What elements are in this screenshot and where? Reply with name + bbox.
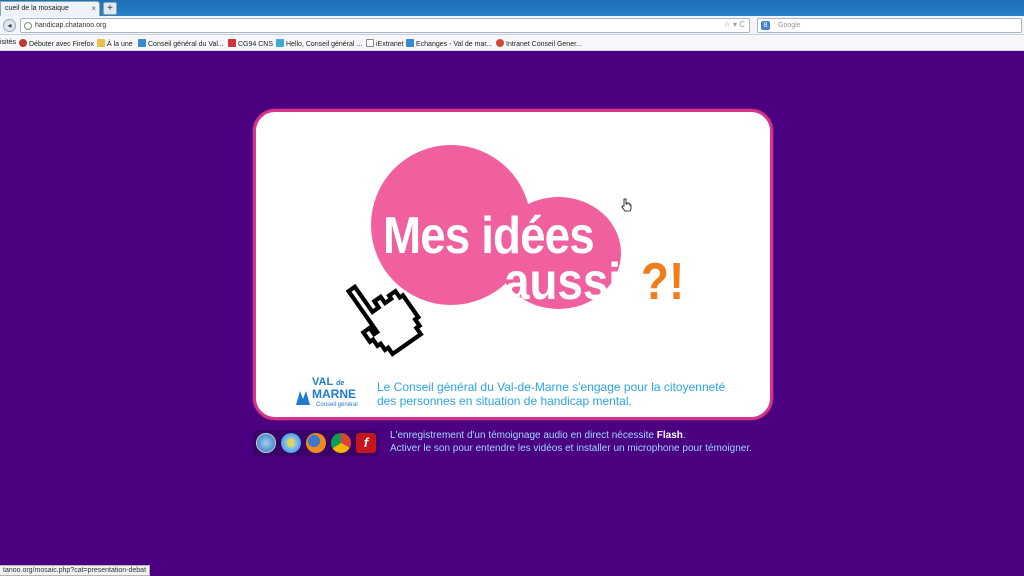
- bookmark-label: Hello, Conseil général ...: [286, 41, 363, 48]
- url-text: handicap.chatanoo.org: [35, 22, 107, 29]
- url-controls[interactable]: ☆ ▾ C: [724, 20, 745, 29]
- bookmark-item[interactable]: À la une: [97, 39, 133, 48]
- chrome-icon[interactable]: [331, 433, 351, 453]
- bookmark-item[interactable]: Intranet Conseil Gener...: [496, 39, 582, 48]
- hello-icon: [276, 39, 284, 47]
- bookmark-item[interactable]: isités: [0, 39, 16, 46]
- bookmark-label: isités: [0, 39, 16, 46]
- pointing-hand-icon: [345, 283, 424, 357]
- folder-icon: [97, 39, 105, 47]
- intranet-icon: [496, 39, 504, 47]
- bookmark-label: CG94 CNS: [238, 41, 274, 48]
- bookmarks-bar: isités Débuter avec Firefox À la une Con…: [0, 35, 1024, 51]
- bookmark-label: Echanges - Val de mar...: [416, 41, 493, 48]
- logo-subtitle: Conseil général: [316, 402, 358, 408]
- logo-marne: MARNE: [312, 387, 356, 401]
- intro-card[interactable]: Mes idées aussi ?! VAL de MARNE Conseil …: [253, 109, 773, 420]
- status-bar: tanoo.org/mosaic.php?cat=presentation-de…: [0, 565, 151, 576]
- search-placeholder: Google: [778, 22, 801, 29]
- firefox-icon[interactable]: [306, 433, 326, 453]
- sound-instruction: Activer le son pour entendre les vidéos …: [390, 443, 752, 454]
- flash-note-text: L'enregistrement d'un témoignage audio e…: [390, 430, 657, 441]
- bookmark-label: Intranet Conseil Gener...: [506, 41, 582, 48]
- bookmark-item[interactable]: iExtranet: [366, 39, 404, 48]
- bookmark-item[interactable]: Conseil général du Val...: [138, 39, 224, 48]
- bookmark-label: Conseil général du Val...: [148, 41, 224, 48]
- navigation-bar: ◂ handicap.chatanoo.org ☆ ▾ C 8 Google: [0, 16, 1024, 35]
- new-tab-button[interactable]: +: [103, 2, 117, 15]
- search-input[interactable]: 8 Google: [757, 18, 1022, 33]
- val-de-marne-mark-icon: [296, 391, 310, 405]
- mouse-pointer-icon: [621, 198, 632, 212]
- val-de-marne-logo: VAL de MARNE Conseil général: [294, 376, 362, 416]
- engagement-text: Le Conseil général du Val-de-Marne s'eng…: [377, 380, 726, 408]
- page-icon: [366, 39, 374, 47]
- headline-mark: ?!: [641, 253, 685, 311]
- cg94-icon: [138, 39, 146, 47]
- bookmark-item[interactable]: Hello, Conseil général ...: [276, 39, 362, 48]
- bookmark-item[interactable]: CG94 CNS: [228, 39, 273, 48]
- tab-title: cueil de la mosaique: [5, 5, 69, 12]
- google-icon[interactable]: 8: [761, 21, 770, 30]
- bookmark-label: iExtranet: [376, 41, 404, 48]
- flash-requirement-note: L'enregistrement d'un témoignage audio e…: [390, 429, 810, 455]
- supported-browsers: e f: [253, 430, 379, 456]
- tab-bar: cueil de la mosaique × +: [0, 0, 1024, 16]
- cg94-icon: [406, 39, 414, 47]
- internet-explorer-icon[interactable]: e: [281, 433, 301, 453]
- bookmark-item[interactable]: Echanges - Val de mar...: [406, 39, 492, 48]
- bookmark-label: À la une: [107, 41, 133, 48]
- bookmark-item[interactable]: Débuter avec Firefox: [19, 39, 94, 48]
- firefox-icon: [19, 39, 27, 47]
- tab-close-icon[interactable]: ×: [91, 4, 96, 13]
- flash-note-punct: .: [682, 430, 686, 441]
- back-arrow-icon[interactable]: ◂: [3, 19, 16, 32]
- url-bar[interactable]: handicap.chatanoo.org ☆ ▾ C: [20, 18, 750, 33]
- flash-link[interactable]: Flash: [657, 430, 683, 441]
- headline-line2: aussi: [504, 253, 622, 311]
- bookmark-label: Débuter avec Firefox: [29, 41, 94, 48]
- flash-icon[interactable]: f: [356, 433, 376, 453]
- tab-mosaique[interactable]: cueil de la mosaique ×: [0, 1, 100, 16]
- safari-icon[interactable]: [256, 433, 276, 453]
- cg94-red-icon: [228, 39, 236, 47]
- globe-icon: [24, 22, 32, 30]
